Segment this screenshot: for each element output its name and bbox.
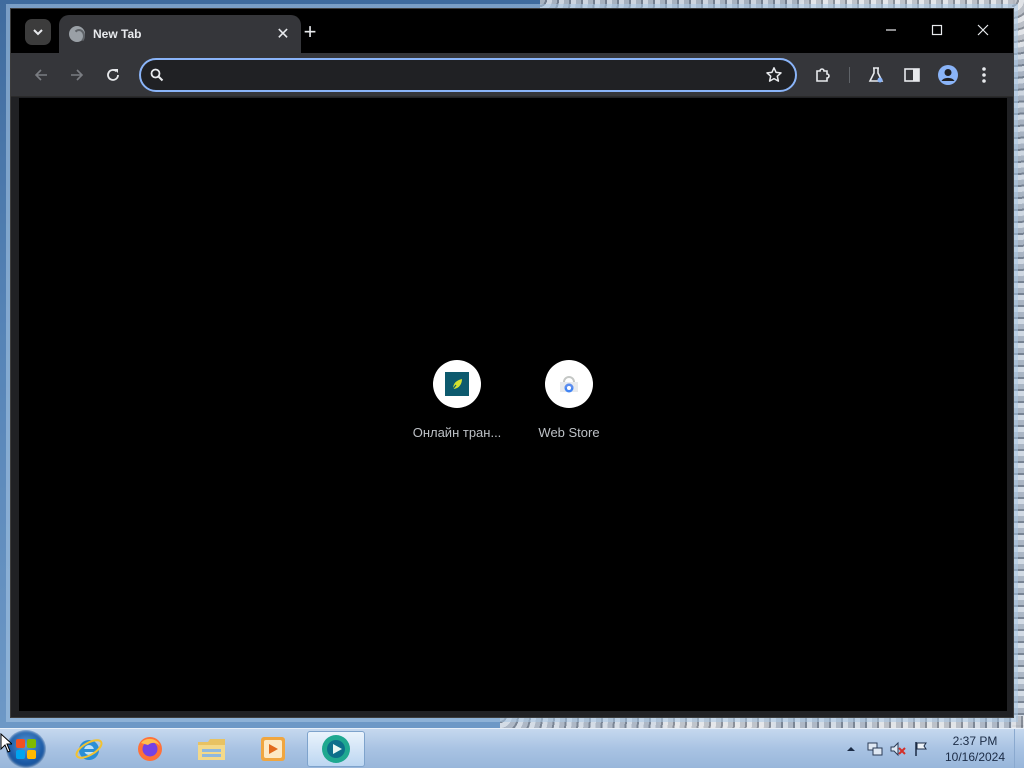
shortcut-icon-circle [433, 360, 481, 408]
taskbar: 2:37 PM 10/16/2024 [0, 728, 1024, 768]
network-icon [867, 742, 883, 756]
close-icon [977, 24, 989, 36]
forward-button[interactable] [63, 61, 91, 89]
side-panel-icon [904, 68, 920, 82]
new-tab-page: Онлайн тран... Web Store [19, 98, 1007, 711]
avatar-icon [938, 65, 958, 85]
address-bar[interactable] [139, 58, 797, 92]
shortcut-tile[interactable]: Онлайн тран... [401, 360, 513, 440]
maximize-button[interactable] [914, 15, 960, 45]
internet-explorer-icon [75, 739, 103, 760]
arrow-right-icon [71, 69, 84, 81]
new-tab-button[interactable]: + [298, 21, 322, 45]
arrow-left-icon [34, 69, 47, 81]
firefox-icon [138, 737, 162, 761]
maximize-icon [931, 24, 943, 36]
flag-icon [915, 742, 927, 756]
flask-icon [868, 67, 884, 83]
media-player-icon [261, 737, 285, 761]
menu-button[interactable] [970, 61, 998, 89]
shortcut-label: Web Store [538, 425, 600, 440]
toolbar-separator [849, 67, 850, 83]
reload-icon [107, 69, 119, 81]
taskbar-media-player[interactable] [244, 731, 302, 767]
bookmark-star-icon[interactable] [765, 66, 783, 89]
labs-button[interactable] [862, 61, 890, 89]
shortcut-label: Онлайн тран... [412, 425, 502, 440]
tab-close-button[interactable]: ✕ [273, 24, 293, 44]
search-icon [149, 67, 165, 88]
extensions-button[interactable] [809, 61, 837, 89]
minimize-icon [886, 29, 896, 31]
system-clock[interactable]: 2:37 PM 10/16/2024 [940, 733, 1010, 765]
windows-logo-icon [27, 750, 36, 759]
profile-button[interactable] [934, 61, 962, 89]
start-button[interactable] [6, 730, 46, 768]
windows-logo-icon [16, 739, 25, 748]
reload-button[interactable] [99, 61, 127, 89]
clock-date: 10/16/2024 [944, 750, 1006, 764]
more-vertical-icon [982, 67, 986, 83]
taskbar-file-explorer[interactable] [183, 731, 241, 767]
globe-icon [69, 26, 85, 43]
minimize-button[interactable] [868, 15, 914, 45]
mouse-cursor [0, 732, 14, 758]
network-tray-button[interactable] [867, 741, 883, 757]
tab-title: New Tab [93, 27, 142, 41]
windows-logo-icon [27, 739, 36, 748]
web-store-icon [560, 376, 578, 393]
shortcut-tile[interactable]: Web Store [513, 360, 625, 440]
volume-tray-button[interactable] [890, 741, 906, 757]
show-desktop-button[interactable] [1014, 729, 1024, 768]
close-window-button[interactable] [960, 15, 1006, 45]
tab-new-tab[interactable]: New Tab ✕ [59, 15, 301, 53]
volume-muted-icon [890, 741, 906, 757]
puzzle-icon [816, 68, 830, 82]
windows-logo-icon [16, 750, 25, 759]
tab-search-button[interactable] [25, 19, 51, 45]
chevron-up-icon [847, 747, 855, 751]
address-input[interactable] [175, 66, 755, 86]
action-center-tray-button[interactable] [913, 741, 929, 757]
tab-strip: New Tab ✕ + [11, 9, 1013, 53]
chrome-icon [322, 735, 350, 763]
clock-time: 2:37 PM [952, 734, 998, 748]
shortcut-icon-circle [545, 360, 593, 408]
show-hidden-icons-button[interactable] [845, 741, 861, 757]
taskbar-internet-explorer[interactable] [60, 731, 118, 767]
browser-window: New Tab ✕ + Онлайн тран... Web Store [10, 8, 1014, 718]
file-explorer-icon [198, 739, 225, 760]
browser-toolbar [11, 53, 1013, 97]
tile-favicon-icon [445, 372, 469, 396]
arrow-cursor-icon [0, 732, 14, 753]
back-button[interactable] [27, 61, 55, 89]
side-panel-button[interactable] [898, 61, 926, 89]
taskbar-firefox[interactable] [121, 731, 179, 767]
chevron-down-icon [33, 29, 43, 36]
taskbar-chrome[interactable] [307, 731, 365, 767]
